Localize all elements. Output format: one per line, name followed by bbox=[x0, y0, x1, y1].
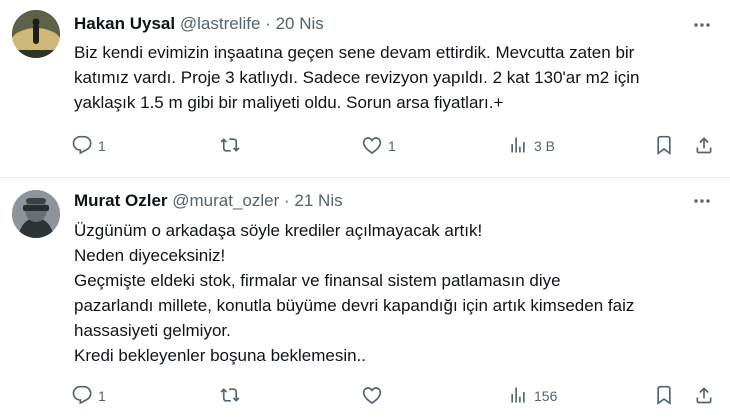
display-name[interactable]: Hakan Uysal bbox=[74, 14, 175, 33]
tweet-line: Kredi bekleyenler boşuna beklemesin.. bbox=[74, 346, 367, 365]
views-button[interactable]: 156 bbox=[508, 385, 557, 407]
tweet-line: Geçmişte eldeki stok, firmalar ve finans… bbox=[74, 271, 561, 290]
avatar[interactable] bbox=[12, 190, 60, 238]
tweet-header: Hakan Uysal @lastrelife · 20 Nis bbox=[74, 14, 324, 34]
like-count: 1 bbox=[388, 138, 396, 154]
share-icon bbox=[694, 135, 714, 158]
like-button[interactable]: 1 bbox=[362, 135, 396, 157]
like-icon bbox=[362, 385, 382, 408]
tweet-text: Biz kendi evimizin inşaatına geçen sene … bbox=[74, 40, 714, 115]
reply-count: 1 bbox=[98, 388, 106, 404]
separator: · bbox=[265, 14, 271, 33]
like-icon bbox=[362, 135, 382, 158]
reply-icon bbox=[72, 135, 92, 158]
action-bar: 1 156 bbox=[72, 385, 722, 407]
timestamp[interactable]: 21 Nis bbox=[294, 191, 342, 210]
like-button[interactable] bbox=[362, 385, 388, 407]
tweet-line: hassasiyeti gelmiyor. bbox=[74, 321, 231, 340]
tweet-header: Murat Ozler @murat_ozler · 21 Nis bbox=[74, 191, 343, 211]
reply-button[interactable]: 1 bbox=[72, 385, 106, 407]
action-bar: 1 1 3 B bbox=[72, 135, 722, 157]
share-icon bbox=[694, 385, 714, 408]
handle[interactable]: @lastrelife bbox=[180, 14, 261, 33]
more-icon[interactable] bbox=[692, 191, 712, 211]
tweet-line: yaklaşık 1.5 m gibi bir maliyeti oldu. S… bbox=[74, 93, 504, 112]
tweet-line: katımız vardı. Proje 3 katlıydı. Sadece … bbox=[74, 68, 640, 87]
display-name[interactable]: Murat Ozler bbox=[74, 191, 168, 210]
share-button[interactable] bbox=[694, 385, 714, 407]
reply-button[interactable]: 1 bbox=[72, 135, 106, 157]
tweet-line: Neden diyeceksiniz! bbox=[74, 246, 226, 265]
reply-icon bbox=[72, 385, 92, 408]
bookmark-icon bbox=[654, 385, 674, 408]
views-count: 156 bbox=[534, 388, 558, 404]
tweet[interactable]: Hakan Uysal @lastrelife · 20 Nis Biz ken… bbox=[0, 0, 730, 178]
reply-count: 1 bbox=[98, 138, 106, 154]
separator: · bbox=[284, 191, 290, 210]
handle[interactable]: @murat_ozler bbox=[172, 191, 279, 210]
retweet-button[interactable] bbox=[220, 135, 246, 157]
tweet[interactable]: Murat Ozler @murat_ozler · 21 Nis Üzgünü… bbox=[0, 179, 730, 420]
tweet-line: Biz kendi evimizin inşaatına geçen sene … bbox=[74, 43, 635, 62]
bookmark-button[interactable] bbox=[654, 135, 674, 157]
timestamp[interactable]: 20 Nis bbox=[276, 14, 324, 33]
tweet-text: Üzgünüm o arkadaşa söyle krediler açılma… bbox=[74, 218, 714, 368]
retweet-icon bbox=[220, 385, 240, 408]
more-icon[interactable] bbox=[692, 15, 712, 35]
views-icon bbox=[508, 385, 528, 408]
bookmark-icon bbox=[654, 135, 674, 158]
avatar[interactable] bbox=[12, 10, 60, 58]
retweet-button[interactable] bbox=[220, 385, 246, 407]
views-count: 3 B bbox=[534, 138, 556, 154]
retweet-icon bbox=[220, 135, 240, 158]
views-icon bbox=[508, 135, 528, 158]
tweet-line: Üzgünüm o arkadaşa söyle krediler açılma… bbox=[74, 221, 483, 240]
tweet-line: pazarlandı millete, konutla büyüme devri… bbox=[74, 296, 635, 315]
views-button[interactable]: 3 B bbox=[508, 135, 555, 157]
share-button[interactable] bbox=[694, 135, 714, 157]
bookmark-button[interactable] bbox=[654, 385, 674, 407]
